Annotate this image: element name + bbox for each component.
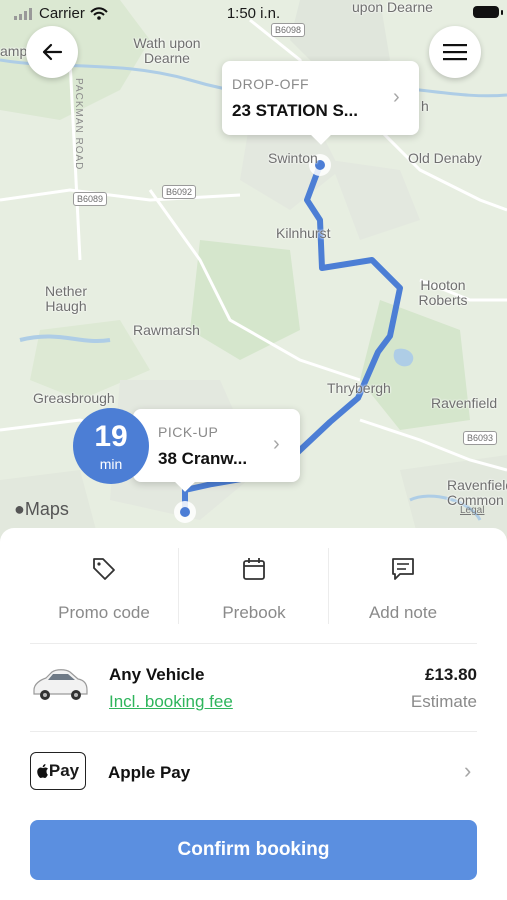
chevron-right-icon: › xyxy=(393,86,400,108)
status-bar: Carrier 1:50 i.n. xyxy=(0,0,507,28)
map-label-greasbrough: Greasbrough xyxy=(33,390,115,406)
promo-code-label: Promo code xyxy=(58,603,150,622)
pickup-callout[interactable]: PICK-UP 38 Cranw... › xyxy=(133,409,300,492)
divider xyxy=(30,643,477,644)
prebook-label: Prebook xyxy=(222,603,286,622)
prebook-button[interactable]: Prebook xyxy=(179,528,329,628)
dropoff-callout[interactable]: DROP-OFF 23 STATION S... › xyxy=(222,61,419,145)
map-label-edge: amp xyxy=(0,43,28,59)
pickup-tag: PICK-UP xyxy=(158,424,219,440)
tag-icon xyxy=(93,558,115,580)
add-note-label: Add note xyxy=(368,603,438,622)
map-label-swinton: Swinton xyxy=(268,150,318,166)
add-note-button[interactable]: Add note xyxy=(328,528,478,628)
apple-logo-icon: ● xyxy=(14,499,25,519)
map-label-wath: Wath upon Dearne xyxy=(133,35,201,66)
clock: 1:50 i.n. xyxy=(226,5,281,22)
battery-icon xyxy=(473,6,503,18)
map-label-rawmarsh: Rawmarsh xyxy=(133,322,200,338)
confirm-booking-button[interactable]: Confirm booking xyxy=(30,820,477,880)
divider xyxy=(30,731,477,732)
eta-badge: 19 min xyxy=(73,408,149,484)
eta-minutes: 19 xyxy=(94,420,128,453)
road-shield-b6089: B6089 xyxy=(73,192,108,206)
price: £13.80 xyxy=(425,665,477,684)
map-label-thrybergh: Thrybergh xyxy=(327,380,391,396)
apple-pay-badge-text: Pay xyxy=(48,761,80,780)
promo-code-button[interactable]: Promo code xyxy=(29,528,179,628)
apple-pay-badge: Pay xyxy=(30,752,86,790)
map-label-kilnhurst: Kilnhurst xyxy=(276,225,331,241)
arrow-left-icon xyxy=(42,43,63,61)
back-button[interactable] xyxy=(26,26,78,78)
map-label-nether-haugh: Nether Haugh xyxy=(44,283,88,314)
road-shield-b6092: B6092 xyxy=(162,185,197,199)
road-label-packman: PACKMAN ROAD xyxy=(73,78,84,171)
dropoff-tag: DROP-OFF xyxy=(232,76,310,92)
map-label-fragment: h xyxy=(421,98,429,114)
hamburger-icon xyxy=(443,44,467,61)
car-icon xyxy=(33,669,88,700)
chevron-right-icon: › xyxy=(464,758,472,783)
pickup-address: 38 Cranw... xyxy=(158,449,248,468)
dropoff-address: 23 STATION S... xyxy=(232,101,358,120)
note-icon xyxy=(392,558,414,580)
map-label-ravenfield: Ravenfield xyxy=(431,395,498,411)
map-label-old-denaby: Old Denaby xyxy=(408,150,482,166)
calendar-icon xyxy=(243,558,265,580)
road-shield-b6093: B6093 xyxy=(463,431,498,445)
eta-unit: min xyxy=(99,456,123,472)
booking-fee-link[interactable]: Incl. booking fee xyxy=(109,692,233,712)
price-note: Estimate xyxy=(410,692,477,711)
booking-sheet: Promo code Prebook Add note Any Vehicle … xyxy=(0,528,507,900)
apple-logo-icon xyxy=(37,764,48,778)
vehicle-name: Any Vehicle xyxy=(109,665,205,684)
map-label-ravenfield-common: Ravenfield Common xyxy=(447,477,507,508)
menu-button[interactable] xyxy=(429,26,481,78)
payment-method: Apple Pay xyxy=(108,763,191,782)
chevron-right-icon: › xyxy=(273,433,280,455)
legal-link[interactable]: Legal xyxy=(460,505,484,516)
apple-maps-attribution[interactable]: ●Maps xyxy=(14,499,69,520)
map-label-hooton-roberts: Hooton Roberts xyxy=(418,277,468,308)
